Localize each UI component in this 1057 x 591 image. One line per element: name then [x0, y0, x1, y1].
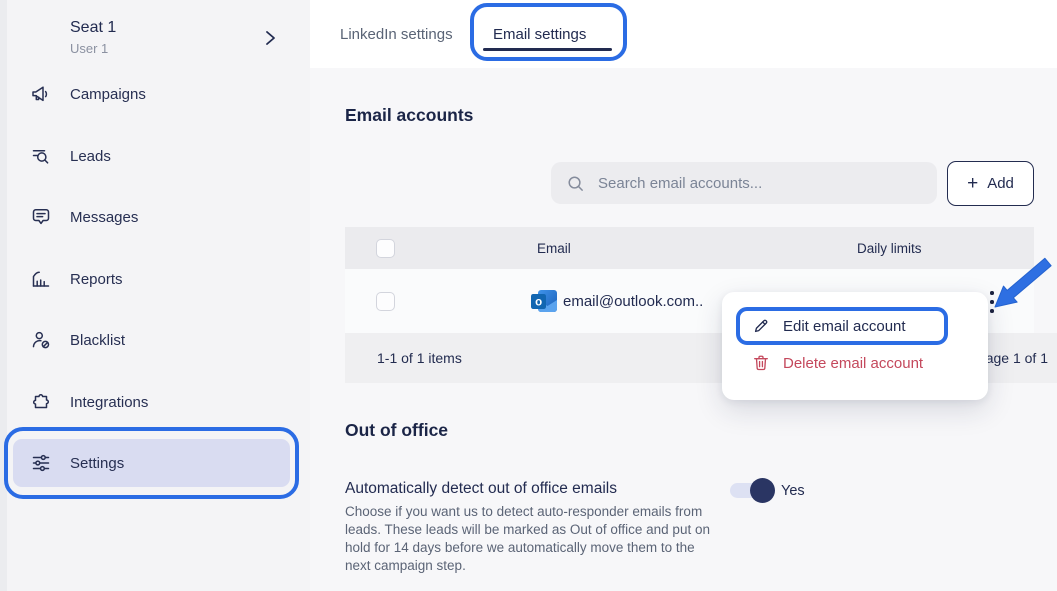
sidebar-item-label: Leads: [70, 148, 111, 165]
column-header-email: Email: [537, 227, 571, 269]
sidebar: Seat 1 User 1 Campaigns Leads: [0, 0, 310, 591]
email-accounts-title: Email accounts: [345, 105, 473, 126]
outlook-icon: o: [530, 288, 558, 315]
search-field: [551, 162, 937, 204]
row-actions-dropdown: Edit email account Delete email account: [722, 292, 988, 400]
add-button[interactable]: + Add: [947, 161, 1034, 206]
row-email-address: email@outlook.com..: [563, 293, 703, 310]
sidebar-item-blacklist[interactable]: Blacklist: [0, 316, 310, 364]
toggle-state-label: Yes: [781, 483, 805, 499]
auto-detect-toggle[interactable]: [730, 483, 773, 498]
search-input[interactable]: [596, 174, 900, 193]
svg-text:o: o: [535, 297, 542, 309]
sidebar-item-settings[interactable]: Settings: [0, 439, 310, 487]
app-window: Seat 1 User 1 Campaigns Leads: [0, 0, 1057, 591]
sidebar-item-label: Settings: [70, 455, 124, 472]
auto-detect-label: Automatically detect out of office email…: [345, 480, 617, 498]
toggle-knob: [750, 478, 775, 503]
megaphone-icon: [29, 82, 53, 106]
tab-email-settings[interactable]: Email settings: [493, 0, 586, 68]
tab-linkedin-settings[interactable]: LinkedIn settings: [340, 0, 453, 68]
search-list-icon: [29, 144, 53, 168]
seat-title: Seat 1: [70, 19, 116, 37]
menu-item-delete-email-account[interactable]: Delete email account: [722, 346, 988, 380]
menu-item-label: Delete email account: [783, 355, 923, 372]
menu-item-label: Edit email account: [783, 318, 906, 335]
sidebar-item-leads[interactable]: Leads: [0, 132, 310, 180]
sidebar-item-campaigns[interactable]: Campaigns: [0, 70, 310, 118]
sidebar-item-messages[interactable]: Messages: [0, 193, 310, 241]
active-tab-underline: [483, 48, 612, 51]
chevron-right-icon: [259, 27, 281, 49]
auto-detect-description: Choose if you want us to detect auto-res…: [345, 503, 713, 575]
sidebar-item-label: Reports: [70, 271, 123, 288]
plus-icon: +: [967, 174, 978, 193]
row-checkbox[interactable]: [376, 292, 395, 311]
sliders-icon: [29, 451, 53, 475]
sidebar-item-label: Messages: [70, 209, 138, 226]
sidebar-item-reports[interactable]: Reports: [0, 255, 310, 303]
tab-label: LinkedIn settings: [340, 26, 453, 43]
puzzle-icon: [29, 390, 53, 414]
sidebar-item-label: Integrations: [70, 394, 148, 411]
sidebar-item-integrations[interactable]: Integrations: [0, 378, 310, 426]
menu-item-edit-email-account[interactable]: Edit email account: [722, 309, 988, 343]
table-header: Email Daily limits: [345, 227, 1034, 269]
search-icon: [566, 174, 585, 193]
sidebar-item-label: Blacklist: [70, 332, 125, 349]
items-count: 1-1 of 1 items: [377, 350, 462, 366]
tab-label: Email settings: [493, 26, 586, 43]
seat-selector[interactable]: Seat 1 User 1: [0, 8, 310, 60]
chat-bubble-icon: [29, 205, 53, 229]
out-of-office-title: Out of office: [345, 420, 448, 441]
edit-pencil-icon: [751, 316, 771, 336]
chart-icon: [29, 267, 53, 291]
user-blocked-icon: [29, 328, 53, 352]
sidebar-item-label: Campaigns: [70, 86, 146, 103]
add-button-label: Add: [987, 175, 1014, 192]
select-all-checkbox[interactable]: [376, 239, 395, 258]
trash-icon: [751, 353, 771, 373]
seat-subtitle: User 1: [70, 41, 108, 56]
column-header-daily-limits: Daily limits: [857, 227, 922, 269]
